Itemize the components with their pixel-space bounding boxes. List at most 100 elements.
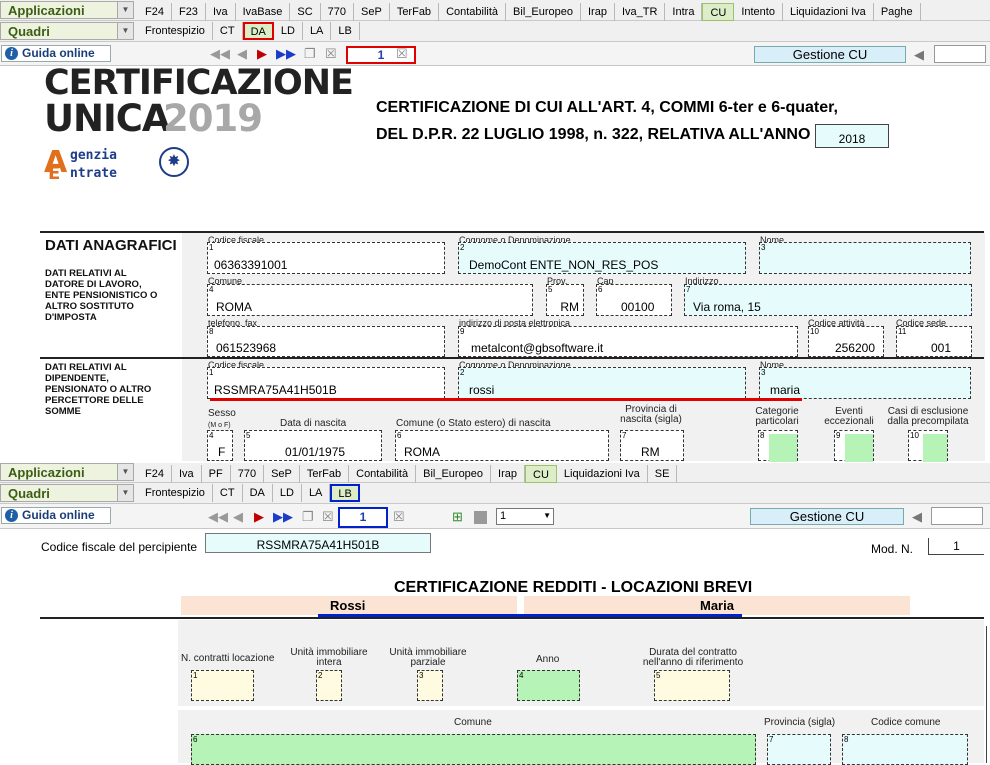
codice-comune-field[interactable]: 8 bbox=[842, 734, 968, 765]
quadro-tab-frontespizio[interactable]: Frontespizio bbox=[138, 484, 213, 502]
employer-denominazione-field[interactable]: 2 DemoCont ENTE_NON_RES_POS bbox=[458, 242, 746, 274]
mod-number-field[interactable]: 1 bbox=[928, 538, 984, 555]
employer-email-field[interactable]: 9 metalcont@gbsoftware.it bbox=[458, 326, 798, 357]
tab-cu[interactable]: CU bbox=[525, 465, 557, 483]
chevron-down-icon[interactable]: ▼ bbox=[117, 485, 133, 501]
delete-module-icon[interactable]: ☒ bbox=[393, 510, 405, 524]
tab-contabilit-[interactable]: Contabilità bbox=[349, 465, 417, 483]
tab-ivabase[interactable]: IvaBase bbox=[236, 3, 291, 21]
tab-intento[interactable]: Intento bbox=[734, 3, 783, 21]
first-page-icon[interactable]: ◀◀ bbox=[208, 510, 228, 524]
quadro-tab-la[interactable]: LA bbox=[302, 484, 331, 502]
employer-comune-field[interactable]: 4 ROMA bbox=[207, 284, 533, 316]
employer-telefono-field[interactable]: 8 061523968 bbox=[207, 326, 445, 357]
copy-page-icon[interactable]: ❐ bbox=[302, 510, 314, 524]
tab-bil-europeo[interactable]: Bil_Europeo bbox=[506, 3, 581, 21]
tab-irap[interactable]: Irap bbox=[581, 3, 615, 21]
page-number-box-bottom[interactable]: 1 bbox=[338, 507, 388, 528]
quadri-select-bottom[interactable]: Quadri ▼ bbox=[0, 484, 134, 502]
quadro-tab-ld[interactable]: LD bbox=[273, 484, 302, 502]
tab-terfab[interactable]: TerFab bbox=[300, 465, 350, 483]
quadro-tab-ct[interactable]: CT bbox=[213, 22, 243, 40]
tab-sc[interactable]: SC bbox=[290, 3, 321, 21]
employer-attivita-field[interactable]: 10 256200 bbox=[808, 326, 884, 357]
tab-paghe[interactable]: Paghe bbox=[874, 3, 921, 21]
module-select[interactable]: 1 ▼ bbox=[496, 508, 554, 525]
first-page-icon[interactable]: ◀◀ bbox=[210, 47, 230, 61]
prev-page-icon[interactable]: ◀ bbox=[237, 47, 247, 61]
add-module-icon[interactable]: ⊞ bbox=[452, 510, 463, 524]
cf-percipiente-field[interactable]: RSSMRA75A41H501B bbox=[205, 533, 431, 553]
delete-module-icon[interactable]: ☒ bbox=[396, 47, 408, 61]
tab-liquidazioni-iva[interactable]: Liquidazioni Iva bbox=[783, 3, 874, 21]
parziale-field[interactable]: 3 bbox=[417, 670, 443, 701]
tab-sep[interactable]: SeP bbox=[354, 3, 390, 21]
eventi-field[interactable]: 9 bbox=[834, 430, 874, 462]
nav-input-bottom[interactable] bbox=[931, 507, 983, 525]
employee-prov-nascita-field[interactable]: 7 RM bbox=[620, 430, 684, 461]
employee-cognome-field[interactable]: 2 rossi bbox=[458, 367, 746, 399]
tab-770[interactable]: 770 bbox=[321, 3, 355, 21]
back-icon[interactable]: ◀ bbox=[912, 510, 922, 524]
categorie-field[interactable]: 8 bbox=[758, 430, 798, 462]
delete-page-icon[interactable]: ☒ bbox=[322, 510, 334, 524]
tab-pf[interactable]: PF bbox=[202, 465, 231, 483]
copy-page-icon[interactable]: ❐ bbox=[304, 47, 316, 61]
employer-cf-field[interactable]: 1 06363391001 bbox=[207, 242, 445, 274]
next-page-icon[interactable]: ▶ bbox=[257, 47, 267, 61]
tab-f24[interactable]: F24 bbox=[138, 465, 172, 483]
prev-page-icon[interactable]: ◀ bbox=[233, 510, 243, 524]
tab-liquidazioni-iva[interactable]: Liquidazioni Iva bbox=[557, 465, 648, 483]
employee-nascita-field[interactable]: 5 01/01/1975 bbox=[244, 430, 382, 461]
employee-comune-nascita-field[interactable]: 6 ROMA bbox=[395, 430, 609, 461]
quadro-tab-ld[interactable]: LD bbox=[274, 22, 303, 40]
contratti-field[interactable]: 1 bbox=[191, 670, 254, 701]
tab-iva[interactable]: Iva bbox=[172, 465, 202, 483]
quadri-select[interactable]: Quadri ▼ bbox=[0, 22, 134, 40]
quadro-tab-frontespizio[interactable]: Frontespizio bbox=[138, 22, 213, 40]
quadro-tab-da[interactable]: DA bbox=[243, 484, 273, 502]
tab-bil-europeo[interactable]: Bil_Europeo bbox=[416, 465, 492, 483]
quadro-tab-ct[interactable]: CT bbox=[213, 484, 243, 502]
chevron-down-icon[interactable]: ▼ bbox=[117, 23, 133, 39]
employee-nome-field[interactable]: 3 maria bbox=[759, 367, 971, 399]
next-page-icon[interactable]: ▶ bbox=[254, 510, 264, 524]
tab-contabilit-[interactable]: Contabilità bbox=[439, 3, 507, 21]
employer-nome-field[interactable]: 3 bbox=[759, 242, 971, 274]
employer-sede-field[interactable]: 11 001 bbox=[896, 326, 972, 357]
quadro-tab-lb[interactable]: LB bbox=[331, 22, 360, 40]
tab-iva[interactable]: Iva bbox=[206, 3, 236, 21]
tab-sep[interactable]: SeP bbox=[264, 465, 300, 483]
employee-sesso-field[interactable]: 4F bbox=[207, 430, 233, 461]
esclusione-field[interactable]: 10 bbox=[908, 430, 948, 462]
quadro-tab-la[interactable]: LA bbox=[303, 22, 332, 40]
back-icon[interactable]: ◀ bbox=[914, 48, 924, 62]
chevron-down-icon[interactable]: ▼ bbox=[117, 2, 133, 18]
gestione-cu-button[interactable]: Gestione CU bbox=[754, 46, 906, 63]
last-page-icon[interactable]: ▶▶ bbox=[273, 510, 293, 524]
chevron-down-icon[interactable]: ▼ bbox=[543, 511, 551, 520]
gestione-cu-button-bottom[interactable]: Gestione CU bbox=[750, 508, 904, 525]
guida-online-button-bottom[interactable]: i Guida online bbox=[1, 507, 111, 524]
tab-irap[interactable]: Irap bbox=[491, 465, 526, 483]
employer-prov-field[interactable]: 5 RM bbox=[546, 284, 584, 316]
last-page-icon[interactable]: ▶▶ bbox=[276, 47, 296, 61]
tab-770[interactable]: 770 bbox=[231, 465, 265, 483]
stop-icon[interactable] bbox=[474, 511, 487, 524]
tab-se[interactable]: SE bbox=[648, 465, 678, 483]
comune-field[interactable]: 6 bbox=[191, 734, 756, 765]
tab-cu[interactable]: CU bbox=[702, 3, 735, 21]
nav-input[interactable] bbox=[934, 45, 986, 63]
quadro-tab-lb[interactable]: LB bbox=[330, 484, 360, 502]
tab-intra[interactable]: Intra bbox=[665, 3, 703, 21]
tab-f23[interactable]: F23 bbox=[172, 3, 206, 21]
guida-online-button[interactable]: i Guida online bbox=[1, 45, 111, 62]
employee-cf-field[interactable]: 1 RSSMRA75A41H501B bbox=[207, 367, 445, 399]
chevron-down-icon[interactable]: ▼ bbox=[117, 464, 133, 480]
provincia-field[interactable]: 7 bbox=[767, 734, 831, 765]
quadro-tab-da[interactable]: DA bbox=[242, 22, 274, 40]
employer-indirizzo-field[interactable]: 7 Via roma, 15 bbox=[684, 284, 972, 316]
applicazioni-select-bottom[interactable]: Applicazioni ▼ bbox=[0, 463, 134, 481]
applicazioni-select[interactable]: Applicazioni ▼ bbox=[0, 1, 134, 19]
tab-iva-tr[interactable]: Iva_TR bbox=[615, 3, 666, 21]
